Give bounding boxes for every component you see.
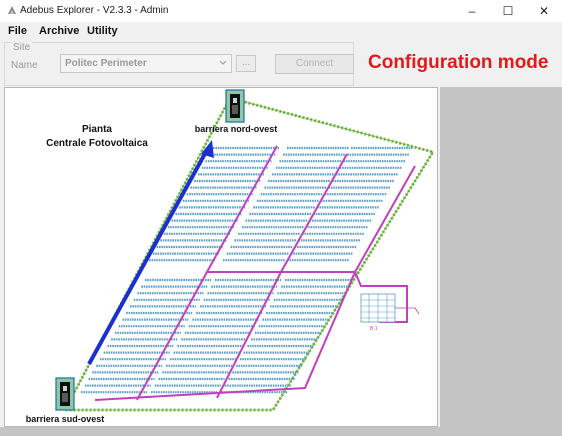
side-panel <box>440 87 562 436</box>
site-group: Site Name Politec Perimeter ... Connect <box>4 42 354 86</box>
gate-sud-ovest[interactable] <box>55 377 75 411</box>
minimize-button[interactable]: – <box>454 0 490 22</box>
title-bar: Adebus Explorer - V2.3.3 - Admin – ☐ ✕ <box>0 0 562 22</box>
browse-site-button[interactable]: ... <box>236 55 256 72</box>
inset-label: B 1 <box>370 326 378 332</box>
site-map-panel[interactable]: B 1 Pianta Centrale Fotovoltaica barrier… <box>4 87 438 427</box>
map-title-line2: Centrale Fotovoltaica <box>46 138 148 149</box>
map-title-line1: Pianta <box>82 124 112 135</box>
gate-nord-ovest[interactable] <box>225 89 245 123</box>
gate-sud-ovest-label: barriera sud-ovest <box>26 414 105 424</box>
site-group-label: Site <box>11 42 33 53</box>
site-name-label: Name <box>11 60 38 71</box>
cable-routes <box>94 145 416 401</box>
menu-file[interactable]: File <box>8 25 27 37</box>
gate-nord-ovest-label: barriera nord-ovest <box>195 124 278 134</box>
status-strip <box>0 427 440 436</box>
solar-panel-rows <box>81 146 413 394</box>
site-select[interactable]: Politec Perimeter <box>60 54 232 73</box>
cable-detail-inset: B 1 <box>360 293 420 332</box>
chevron-down-icon <box>219 60 227 65</box>
menu-bar: File Archive Utility <box>0 22 562 40</box>
configuration-mode-banner: Configuration mode <box>368 52 549 73</box>
close-button[interactable]: ✕ <box>526 0 562 22</box>
connect-button[interactable]: Connect <box>275 54 354 74</box>
maximize-button[interactable]: ☐ <box>490 0 526 22</box>
direction-arrow <box>87 140 214 365</box>
app-icon <box>8 6 16 14</box>
window-title: Adebus Explorer - V2.3.3 - Admin <box>20 5 169 16</box>
menu-archive[interactable]: Archive <box>39 25 79 37</box>
site-map: B 1 Pianta Centrale Fotovoltaica barrier… <box>26 89 436 424</box>
menu-utility[interactable]: Utility <box>87 25 118 37</box>
site-select-value: Politec Perimeter <box>65 58 147 69</box>
